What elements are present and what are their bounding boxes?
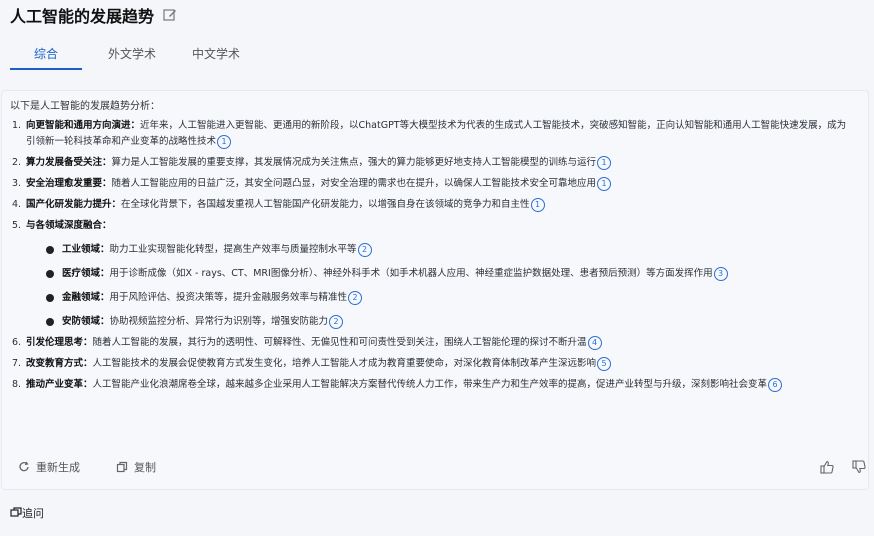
tab-foreign-academic[interactable]: 外文学术 (90, 44, 174, 68)
answer-list: 1. 向更智能和通用方向演进：近年来，人工智能进入更智能、更通用的新阶段，以Ch… (12, 118, 854, 398)
refresh-icon (19, 461, 29, 472)
tabs: 综合 外文学术 中文学术 (10, 44, 258, 70)
list-item: 2. 算力发展备受关注：算力是人工智能发展的重要支撑，其发展情况成为关注焦点，强… (12, 155, 854, 171)
followup-icon (10, 507, 22, 517)
bullet-icon (46, 270, 54, 278)
bullet-icon (46, 246, 54, 254)
sub-item: 金融领域：用于风险评估、投资决策等，提升金融服务效率与精准性 2 (46, 290, 854, 306)
list-item: 6. 引发伦理思考：随着人工智能的发展，其行为的透明性、可解释性、无偏见性和可问… (12, 335, 854, 351)
tab-overall[interactable]: 综合 (10, 44, 82, 70)
citation-badge[interactable]: 1 (530, 197, 545, 212)
list-item: 8. 推动产业变革：人工智能产业化浪潮席卷全球，越来越多企业采用人工智能解决方案… (12, 377, 854, 393)
answer-intro: 以下是人工智能的发展趋势分析： (10, 101, 160, 112)
copy-button[interactable]: 复制 (116, 459, 156, 475)
citation-badge[interactable]: 2 (357, 242, 372, 257)
list-item: 3. 安全治理愈发重要：随着人工智能应用的日益广泛，其安全问题凸显，对安全治理的… (12, 176, 854, 192)
citation-badge[interactable]: 2 (329, 314, 344, 329)
list-item: 7. 改变教育方式：人工智能技术的发展会促使教育方式发生变化，培养人工智能人才成… (12, 356, 854, 372)
citation-badge[interactable]: 6 (768, 377, 783, 392)
citation-badge[interactable]: 4 (587, 335, 602, 350)
list-item: 5. 与各领域深度融合： 工业领域：助力工业实现智能化转型，提高生产效率与质量控… (12, 218, 854, 330)
sub-item: 工业领域：助力工业实现智能化转型，提高生产效率与质量控制水平等 2 (46, 242, 854, 258)
thumbs-up-icon[interactable] (820, 459, 834, 478)
list-item: 1. 向更智能和通用方向演进：近年来，人工智能进入更智能、更通用的新阶段，以Ch… (12, 120, 847, 149)
feedback-group (820, 459, 866, 478)
sub-item: 安防领域：协助视频监控分析、异常行为识别等，增强安防能力 2 (46, 314, 854, 330)
citation-badge[interactable]: 5 (597, 356, 612, 371)
citation-badge[interactable]: 2 (348, 290, 363, 305)
edit-icon[interactable] (162, 7, 178, 23)
copy-icon (116, 461, 128, 473)
citation-badge[interactable]: 1 (597, 176, 612, 191)
list-item: 4. 国产化研发能力提升：在全球化背景下，各国越发重视人工智能国产化研发能力，以… (12, 197, 854, 213)
citation-badge[interactable]: 1 (597, 155, 612, 170)
thumbs-down-icon[interactable] (852, 459, 866, 478)
tab-chinese-academic[interactable]: 中文学术 (174, 44, 258, 68)
page-header: 人工智能的发展趋势 (10, 3, 178, 27)
bullet-icon (46, 294, 54, 302)
citation-badge[interactable]: 1 (217, 134, 232, 149)
followup-button[interactable]: 追问 (10, 505, 44, 521)
bullet-icon (46, 318, 54, 326)
answer-actions: 重新生成 复制 (18, 459, 192, 475)
citation-badge[interactable]: 3 (713, 266, 728, 281)
regenerate-button[interactable]: 重新生成 (18, 459, 80, 475)
page-title: 人工智能的发展趋势 (10, 7, 155, 26)
sub-item: 医疗领域：用于诊断成像（如X - rays、CT、MRI图像分析）、神经外科手术… (46, 266, 854, 282)
